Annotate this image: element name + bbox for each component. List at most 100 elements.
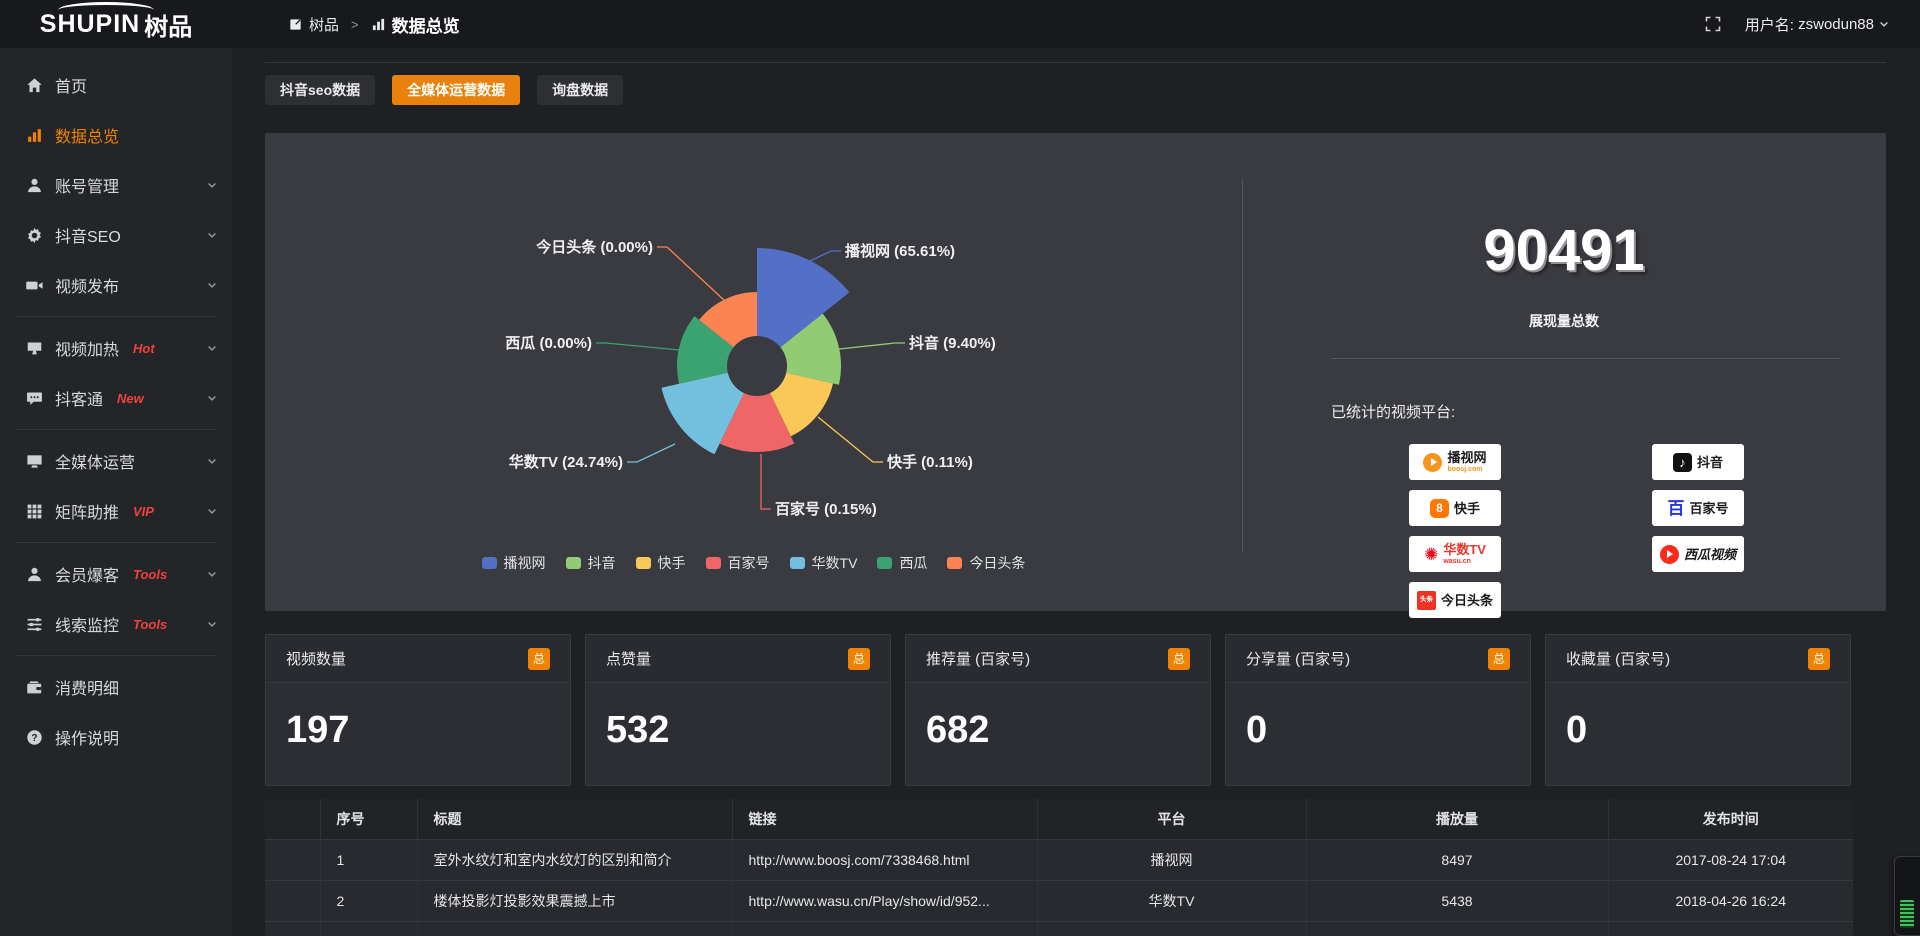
sidebar-item-help[interactable]: ?操作说明 — [0, 712, 232, 762]
sidebar-item-tag: Hot — [133, 341, 155, 356]
rose-label-line — [839, 343, 905, 349]
breadcrumb-current: 数据总览 — [392, 12, 460, 37]
fullscreen-icon[interactable] — [1705, 16, 1721, 32]
chart-icon — [26, 127, 43, 144]
total-badge[interactable]: 总 — [528, 648, 550, 670]
sidebar-item-matrix-boost[interactable]: 矩阵助推VIP — [0, 486, 232, 536]
videos-table-wrap: 序号标题链接平台播放量发布时间1室外水纹灯和室内水纹灯的区别和简介http://… — [265, 799, 1886, 936]
app-logo[interactable]: SHUPIN 树品 — [0, 0, 232, 48]
rose-label: 抖音 (9.40%) — [909, 334, 996, 352]
overview-bars-icon — [371, 17, 386, 32]
sidebar: 首页数据总览账号管理抖音SEO 视频发布视频加热Hot抖客通New 全媒体运营矩阵助… — [0, 48, 232, 936]
stat-card-header: 分享量 (百家号)总 — [1226, 635, 1530, 683]
video-icon — [26, 277, 43, 294]
cell-url-link[interactable]: http://www.wasu.cn/Play/show/id/952... — [732, 880, 1037, 921]
leads-icon — [26, 616, 43, 633]
data-tabs: 抖音seo数据 全媒体运营数据 询盘数据 — [265, 75, 1886, 105]
sidebar-item-douketong[interactable]: 抖客通New — [0, 373, 232, 423]
tab-douyin-seo-data[interactable]: 抖音seo数据 — [265, 75, 375, 105]
sidebar-item-tag: VIP — [133, 504, 154, 519]
wasu-logo-icon: ✺ — [1424, 546, 1438, 563]
cell-time: 2018-04-26 16:24 — [1608, 880, 1853, 921]
rose-label-line — [596, 343, 679, 350]
expense-icon — [26, 679, 43, 696]
user-area: 用户名: zswodun88 — [1705, 14, 1920, 35]
table-header: 链接 — [732, 799, 1037, 839]
legend-item[interactable]: 华数TV — [790, 553, 858, 573]
stat-card-header: 点赞量 总 — [586, 635, 890, 683]
user-icon — [26, 177, 43, 194]
legend-marker — [877, 557, 892, 569]
platform-name: 快手 — [1454, 502, 1480, 515]
total-badge[interactable]: 总 — [1488, 648, 1510, 670]
sidebar-item-omni-media[interactable]: 全媒体运营 — [0, 436, 232, 486]
legend-label: 抖音 — [588, 553, 616, 573]
stat-card-value: 682 — [906, 683, 1210, 752]
stat-card-0: 视频数量总197 — [265, 634, 571, 786]
sidebar-item-home[interactable]: 首页 — [0, 60, 232, 110]
legend-item[interactable]: 百家号 — [706, 553, 770, 573]
sidebar-item-douyin-seo[interactable]: 抖音SEO — [0, 210, 232, 260]
sidebar-item-expense-detail[interactable]: 消费明细 — [0, 662, 232, 712]
tab-inquiry-data[interactable]: 询盘数据 — [537, 75, 623, 105]
stat-card-2: 推荐量 (百家号)总682 — [905, 634, 1211, 786]
platform-name: 抖音 — [1697, 456, 1723, 469]
sidebar-item-label: 数据总览 — [55, 123, 119, 147]
table-header-row: 序号标题链接平台播放量发布时间 — [265, 799, 1853, 839]
total-badge[interactable]: 总 — [1168, 648, 1190, 670]
total-impressions-value: 90491 — [1242, 221, 1886, 281]
stat-card-3: 分享量 (百家号)总0 — [1225, 634, 1531, 786]
legend-marker — [790, 557, 805, 569]
sidebar-item-overview[interactable]: 数据总览 — [0, 110, 232, 160]
stat-card-label: 收藏量 (百家号) — [1566, 648, 1670, 669]
username-menu[interactable]: 用户名: zswodun88 — [1745, 14, 1890, 35]
tab-omni-media-data[interactable]: 全媒体运营数据 — [392, 75, 520, 105]
heat-icon — [26, 340, 43, 357]
legend-item[interactable]: 今日头条 — [947, 553, 1025, 573]
legend-label: 快手 — [658, 553, 686, 573]
legend-marker — [566, 557, 581, 569]
legend-label: 西瓜 — [899, 553, 927, 573]
sidebar-item-label: 视频发布 — [55, 273, 119, 297]
legend-label: 华数TV — [812, 553, 858, 573]
sidebar-item-label: 首页 — [55, 73, 87, 97]
legend-label: 百家号 — [728, 553, 770, 573]
legend-item[interactable]: 快手 — [636, 553, 686, 573]
stat-card-value: 0 — [1546, 683, 1850, 752]
stat-card-label: 点赞量 — [606, 648, 651, 669]
total-badge[interactable]: 总 — [1808, 648, 1830, 670]
cell-url-link[interactable]: http://www.boosj.com/7338468.html — [732, 839, 1037, 880]
sidebar-divider — [15, 429, 217, 430]
chevron-down-icon — [206, 568, 218, 580]
cell-title-link[interactable]: 楼体投影灯投影效果震撼上市 — [417, 880, 732, 921]
legend-marker — [706, 557, 721, 569]
cell-title-link[interactable]: 室外水纹灯和室内水纹灯的区别和简介 — [417, 839, 732, 880]
legend-item[interactable]: 抖音 — [566, 553, 616, 573]
sidebar-item-label: 账号管理 — [55, 173, 119, 197]
gear-icon — [26, 227, 43, 244]
legend-item[interactable]: 播视网 — [482, 553, 546, 573]
platform-name: 百家号 — [1689, 502, 1728, 515]
media-icon — [26, 453, 43, 470]
videos-table: 序号标题链接平台播放量发布时间1室外水纹灯和室内水纹灯的区别和简介http://… — [265, 799, 1853, 936]
breadcrumb-root[interactable]: 树品 — [309, 14, 339, 35]
sidebar-item-video-publish[interactable]: 视频发布 — [0, 260, 232, 310]
sidebar-item-video-heat[interactable]: 视频加热Hot — [0, 323, 232, 373]
legend-item[interactable]: 西瓜 — [877, 553, 927, 573]
browser-extension-widget[interactable] — [1894, 856, 1920, 936]
sidebar-item-label: 消费明细 — [55, 675, 119, 699]
legend-marker — [482, 557, 497, 569]
widget-stripes-icon — [1900, 900, 1914, 928]
member-icon — [26, 566, 43, 583]
douyin-logo-icon: ♪ — [1673, 453, 1692, 472]
rose-chart: 播视网 (65.61%)抖音 (9.40%)快手 (0.11%)百家号 (0.1… — [265, 133, 1242, 611]
cell-time: 2017-08-24 17:04 — [1608, 839, 1853, 880]
boosj-logo-icon — [1423, 453, 1442, 472]
rose-label-line — [818, 417, 883, 462]
rose-label: 百家号 (0.15%) — [775, 500, 877, 518]
table-header: 发布时间 — [1608, 799, 1853, 839]
sidebar-item-member-burst[interactable]: 会员爆客Tools — [0, 549, 232, 599]
total-badge[interactable]: 总 — [848, 648, 870, 670]
sidebar-item-accounts[interactable]: 账号管理 — [0, 160, 232, 210]
sidebar-item-leads-monitor[interactable]: 线索监控Tools — [0, 599, 232, 649]
